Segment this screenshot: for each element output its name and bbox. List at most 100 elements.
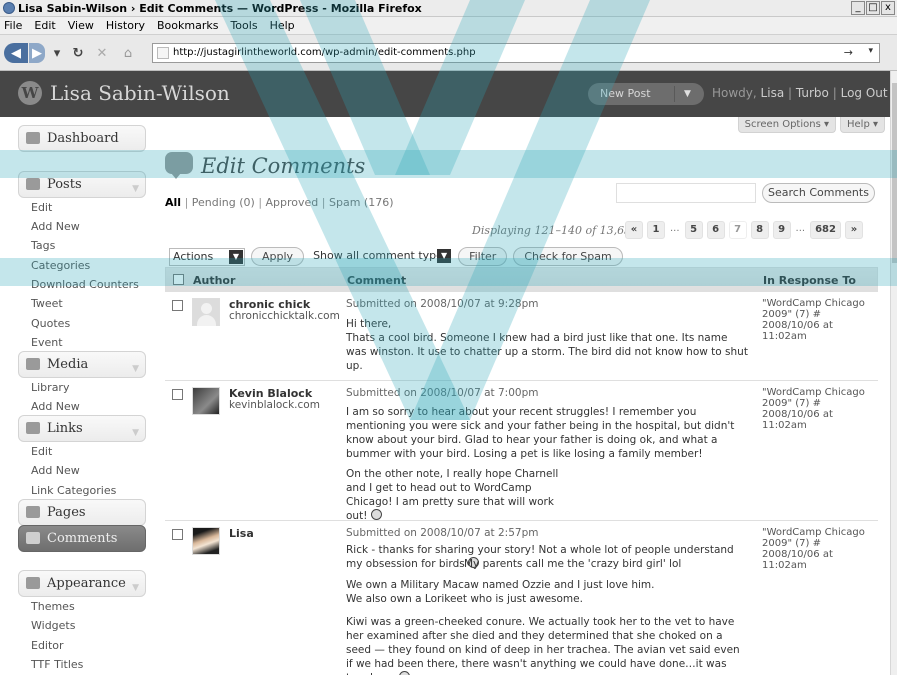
in-response-to[interactable]: "WordCamp Chicago 2009" (7) # 2008/10/06… <box>762 387 878 431</box>
select-all-checkbox[interactable] <box>173 274 184 285</box>
history-dropdown-button[interactable]: ▾ <box>50 43 64 63</box>
home-button[interactable]: ⌂ <box>118 43 138 63</box>
page-link[interactable]: 1 <box>647 221 665 239</box>
page-first-link[interactable]: « <box>625 221 643 239</box>
bulk-actions-select[interactable]: Actions ▼ <box>169 247 245 266</box>
page-last-link[interactable]: » <box>844 221 863 239</box>
smiley-icon <box>370 509 382 520</box>
submitted-date[interactable]: Submitted on 2008/10/07 at 7:00pm <box>346 387 538 399</box>
sidebar-subitem-download-counters[interactable]: Download Counters <box>31 278 139 291</box>
sidebar-subitem-posts-add-new[interactable]: Add New <box>31 220 80 233</box>
menu-file[interactable]: File <box>4 19 22 32</box>
close-button[interactable]: x <box>881 1 895 15</box>
sidebar-subitem-widgets[interactable]: Widgets <box>31 619 75 632</box>
sidebar-subitem-ttf-titles[interactable]: TTF Titles <box>31 658 83 671</box>
row-checkbox[interactable] <box>172 300 183 311</box>
sidebar-item-label: Comments <box>47 531 118 546</box>
check-for-spam-button[interactable]: Check for Spam <box>513 247 623 266</box>
scrollbar-thumb[interactable] <box>892 83 897 263</box>
minimize-button[interactable]: _ <box>851 1 865 15</box>
sidebar-subitem-links-edit[interactable]: Edit <box>31 445 52 458</box>
menu-edit[interactable]: Edit <box>34 19 55 32</box>
in-response-to[interactable]: "WordCamp Chicago 2009" (7) # 2008/10/06… <box>762 298 878 342</box>
status-approved-link[interactable]: Approved <box>266 196 319 209</box>
menu-bookmarks[interactable]: Bookmarks <box>157 19 218 32</box>
house-icon <box>26 132 40 144</box>
sidebar-separator <box>18 557 146 562</box>
wp-admin-header: W Lisa Sabin-Wilson New Post ▼ Howdy, Li… <box>0 71 890 117</box>
logout-link[interactable]: Log Out <box>841 86 888 100</box>
author-name[interactable]: Lisa <box>229 527 254 540</box>
sidebar-subitem-links-add-new[interactable]: Add New <box>31 464 80 477</box>
chevron-down-icon[interactable]: ▼ <box>132 357 139 382</box>
sidebar-item-media[interactable]: Media ▼ <box>18 351 146 378</box>
sidebar-subitem-tweet[interactable]: Tweet <box>31 297 63 310</box>
sidebar-subitem-link-categories[interactable]: Link Categories <box>31 484 116 497</box>
chevron-down-icon[interactable]: ▼ <box>132 177 139 202</box>
row-checkbox[interactable] <box>172 389 183 400</box>
sidebar-subitem-media-add-new[interactable]: Add New <box>31 400 80 413</box>
search-input[interactable] <box>616 183 756 203</box>
sidebar-subitem-posts-edit[interactable]: Edit <box>31 201 52 214</box>
submitted-date[interactable]: Submitted on 2008/10/07 at 9:28pm <box>346 298 538 310</box>
author-url[interactable]: chronicchicktalk.com <box>229 310 340 322</box>
menu-help[interactable]: Help <box>270 19 295 32</box>
sidebar-subitem-library[interactable]: Library <box>31 381 69 394</box>
new-post-button[interactable]: New Post ▼ <box>588 83 704 105</box>
go-arrow-icon[interactable]: → <box>844 46 853 59</box>
sidebar-subitem-categories[interactable]: Categories <box>31 259 90 272</box>
page-link[interactable]: 8 <box>750 221 769 239</box>
page-link[interactable]: 6 <box>706 221 725 239</box>
sidebar-item-pages[interactable]: Pages <box>18 499 146 526</box>
menu-history[interactable]: History <box>106 19 145 32</box>
apply-button[interactable]: Apply <box>251 247 305 266</box>
chevron-down-icon[interactable]: ▼ <box>132 576 139 601</box>
maximize-button[interactable]: □ <box>866 1 880 15</box>
sidebar-item-links[interactable]: Links ▼ <box>18 415 146 442</box>
status-all-link[interactable]: All <box>165 196 181 209</box>
menu-tools[interactable]: Tools <box>230 19 257 32</box>
filter-button[interactable]: Filter <box>458 247 508 266</box>
favicon-icon <box>157 47 169 59</box>
sidebar-subitem-quotes[interactable]: Quotes <box>31 317 70 330</box>
url-dropdown-icon[interactable]: ▾ <box>868 46 873 56</box>
sidebar-subitem-themes[interactable]: Themes <box>31 600 75 613</box>
author-url[interactable]: kevinblalock.com <box>229 399 320 411</box>
sidebar-item-label: Appearance <box>47 576 126 591</box>
search-comments-button[interactable]: Search Comments <box>762 183 875 203</box>
site-name[interactable]: Lisa Sabin-Wilson <box>50 81 230 105</box>
comment-type-select[interactable]: Show all comment types ▼ <box>310 247 453 266</box>
stop-button[interactable]: ✕ <box>92 43 112 63</box>
help-button[interactable]: Help ▾ <box>840 117 885 133</box>
sidebar-subitem-tags[interactable]: Tags <box>31 239 55 252</box>
column-author: Author <box>193 274 236 287</box>
sidebar-item-label: Links <box>47 421 83 436</box>
submitted-date[interactable]: Submitted on 2008/10/07 at 2:57pm <box>346 527 538 539</box>
user-profile-link[interactable]: Lisa <box>761 86 785 100</box>
url-bar[interactable]: http://justagirlintheworld.com/wp-admin/… <box>152 43 880 63</box>
sidebar-subitem-event[interactable]: Event <box>31 336 63 349</box>
page-link[interactable]: 5 <box>684 221 703 239</box>
row-checkbox[interactable] <box>172 529 183 540</box>
turbo-link[interactable]: Turbo <box>796 86 829 100</box>
response-line: "WordCamp Chicago <box>762 387 865 398</box>
in-response-to[interactable]: "WordCamp Chicago 2009" (7) # 2008/10/06… <box>762 527 878 571</box>
status-spam-link[interactable]: Spam (176) <box>329 196 394 209</box>
reload-button[interactable]: ↻ <box>68 43 88 63</box>
screen-options-button[interactable]: Screen Options ▾ <box>737 117 836 133</box>
comment-paragraph: We also own a Lorikeet who is just aweso… <box>346 593 583 605</box>
forward-button[interactable]: ▶ <box>29 43 45 63</box>
page-scrollbar[interactable] <box>890 71 897 675</box>
chevron-down-icon[interactable]: ▼ <box>132 421 139 446</box>
chevron-down-icon[interactable]: ▼ <box>674 86 700 102</box>
menu-view[interactable]: View <box>68 19 94 32</box>
page-link[interactable]: 9 <box>772 221 791 239</box>
sidebar-subitem-editor[interactable]: Editor <box>31 639 64 652</box>
back-button[interactable]: ◀ <box>4 43 28 63</box>
status-pending-link[interactable]: Pending (0) <box>192 196 255 209</box>
sidebar-item-posts[interactable]: Posts ▼ <box>18 171 146 198</box>
page-link[interactable]: 682 <box>810 221 841 239</box>
sidebar-item-comments[interactable]: Comments <box>18 525 146 552</box>
sidebar-item-dashboard[interactable]: Dashboard <box>18 125 146 152</box>
sidebar-item-appearance[interactable]: Appearance ▼ <box>18 570 146 597</box>
